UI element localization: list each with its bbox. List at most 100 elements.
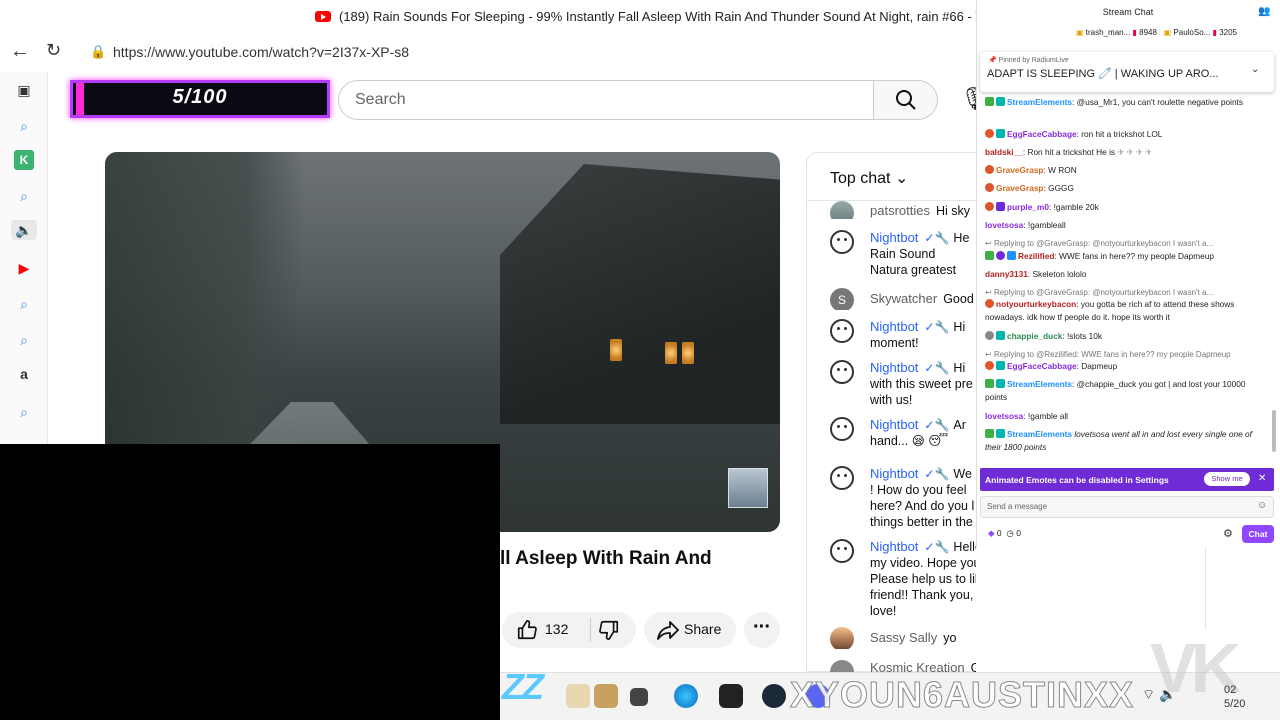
clock[interactable]: 02 5/20 (1224, 683, 1245, 711)
gear-icon[interactable]: ⚙ (1223, 527, 1233, 540)
share-icon[interactable] (656, 619, 680, 646)
chat-user[interactable]: EggFaceCabbage (1007, 361, 1077, 371)
channel-watermark[interactable] (728, 468, 768, 508)
badge-icon (985, 361, 994, 370)
chat-message: Nightbot ✓🔧 He Rain Sound Natura greatest … (830, 230, 976, 280)
app-icon[interactable] (719, 684, 743, 708)
close-icon[interactable]: ✕ (1258, 473, 1266, 484)
reply-text: Replying to @Rezilified: WWE fans in her… (993, 350, 1231, 359)
back-button[interactable]: ← (10, 40, 30, 63)
badge-icon (996, 331, 1005, 340)
chat-message: chappie_duck: !slots 10k (985, 330, 1257, 343)
moderator-badge-icon: ✓🔧 (924, 320, 950, 334)
chat-message: Nightbot ✓🔧 Hi moment! (830, 319, 976, 353)
chat-send-button[interactable]: Chat (1242, 525, 1274, 543)
chat-user[interactable]: Rezilified (1018, 251, 1054, 261)
chat-text: GGGG (1048, 183, 1074, 193)
chat-text: ron hit a trickshot LOL (1081, 129, 1163, 139)
chat-scrollbar[interactable] (1272, 410, 1276, 452)
webcam-panel (0, 444, 500, 720)
badge-icon (985, 202, 994, 211)
chat-text: Skeleton lololo (1032, 269, 1087, 279)
users-icon[interactable]: 👥 (1258, 6, 1270, 17)
chat-user[interactable]: GraveGrasp (996, 165, 1044, 175)
url-text[interactable]: https://www.youtube.com/watch?v=2I37x-XP… (113, 44, 409, 60)
chat-user[interactable]: lovetsosa (985, 220, 1023, 230)
chat-user[interactable]: EggFaceCabbage (1007, 129, 1077, 139)
badge-icon (985, 331, 994, 340)
search-icon[interactable]: ⌕ (14, 294, 34, 314)
search-icon[interactable]: ⌕ (14, 116, 34, 136)
moderator-badge-icon: ✓🔧 (924, 231, 950, 245)
file-explorer-icon[interactable] (630, 688, 648, 706)
video-title: ll Asleep With Rain And (500, 548, 712, 569)
search-icon[interactable]: ⌕ (14, 330, 34, 350)
app-k-icon[interactable]: K (14, 150, 34, 170)
steam-icon[interactable] (762, 684, 786, 708)
chevron-down-icon[interactable]: ⌄ (1251, 64, 1259, 75)
edge-icon[interactable] (674, 684, 698, 708)
chat-user[interactable]: purple_m0 (1007, 202, 1049, 212)
browser-tab[interactable]: (189) Rain Sounds For Sleeping - 99% Ins… (315, 9, 1026, 24)
chat-message: lovetsosa: !gambleall (985, 220, 1066, 230)
chat-mode-dropdown[interactable]: Top chat ⌄ (830, 168, 908, 188)
chat-message: lovetsosa: !gamble all (985, 411, 1069, 421)
tab-title: (189) Rain Sounds For Sleeping - 99% Ins… (339, 9, 1027, 24)
chat-user[interactable]: StreamElements (1007, 97, 1072, 107)
wifi-icon[interactable]: ⌔ 🔈 (1142, 686, 1176, 704)
more-icon[interactable]: ··· (753, 616, 771, 639)
badge-icon (985, 251, 994, 260)
amazon-icon[interactable]: a (14, 364, 34, 384)
chat-user[interactable]: baldski__ (985, 147, 1023, 157)
moderator-badge-icon: ✓🔧 (924, 418, 950, 432)
avatar (830, 417, 854, 441)
viewer-name: trash_man... (1085, 28, 1131, 37)
show-me-button[interactable]: Show me (1204, 472, 1250, 486)
emote-picker-icon[interactable]: ☺ (1257, 500, 1267, 511)
badge-icon (996, 251, 1005, 260)
chat-user[interactable]: StreamElements (1007, 379, 1072, 389)
badge-icon (996, 97, 1005, 106)
tabs-icon[interactable]: ▣ (14, 80, 34, 100)
thumbs-down-icon[interactable] (598, 619, 620, 646)
browser-sidebar: ▣ ⌕ K ⌕ 🔈 ▶ ⌕ ⌕ a ⌕ (0, 72, 48, 444)
search-icon[interactable]: ⌕ (14, 186, 34, 206)
divider (1205, 548, 1206, 630)
chat-message: notyourturkeybacon: you gotta be rich af… (985, 299, 1235, 322)
chat-message: Nightbot ✓🔧 We ! How do you feel here? And… (830, 466, 976, 530)
like-count: 132 (545, 621, 569, 637)
moderator-badge-icon: ✓🔧 (924, 361, 950, 375)
avatar (830, 466, 854, 490)
chat-user[interactable]: StreamElements (1007, 429, 1072, 439)
badge-icon: ▮ (1132, 28, 1137, 37)
reload-button[interactable]: ↻ (46, 40, 61, 61)
chat-message: GraveGrasp: GGGG (985, 182, 1257, 195)
search-input[interactable] (338, 80, 874, 120)
chat-user[interactable]: chappie_duck (1007, 331, 1062, 341)
chat-author: Sassy Sally (870, 630, 938, 645)
chat-user[interactable]: notyourturkeybacon (996, 299, 1076, 309)
badge-icon (985, 97, 994, 106)
speaker-icon[interactable]: 🔈 (11, 220, 37, 240)
chat-user[interactable]: GraveGrasp (996, 183, 1044, 193)
overlay-art: ZZ (502, 666, 544, 707)
app-icon[interactable] (566, 684, 590, 708)
chat-text: yo (943, 631, 957, 645)
youtube-icon[interactable]: ▶ (14, 258, 34, 278)
avatar (830, 660, 854, 672)
pinned-by: 📌 Pinned by RadiumLive (988, 56, 1069, 64)
chat-user[interactable]: danny3131 (985, 269, 1028, 279)
chat-text: !gamble all (1027, 411, 1069, 421)
badge-icon (996, 361, 1005, 370)
chat-message: StreamElements: @usa_Mr1, you can't roul… (985, 96, 1257, 109)
reply-context[interactable]: ↩ Replying to @GraveGrasp: @notyourturke… (985, 237, 1257, 250)
chat-author: Nightbot (870, 360, 919, 375)
chat-message: GraveGrasp: W RON (985, 164, 1257, 177)
channel-points[interactable]: ◆ 0 ◷ 0 (988, 528, 1021, 539)
thumbs-up-icon[interactable] (516, 619, 538, 646)
app-icon[interactable] (594, 684, 618, 708)
chat-mode-label: Top chat (830, 170, 891, 187)
badge-icon (985, 129, 994, 138)
chat-user[interactable]: lovetsosa (985, 411, 1023, 421)
search-icon[interactable]: ⌕ (14, 402, 34, 422)
